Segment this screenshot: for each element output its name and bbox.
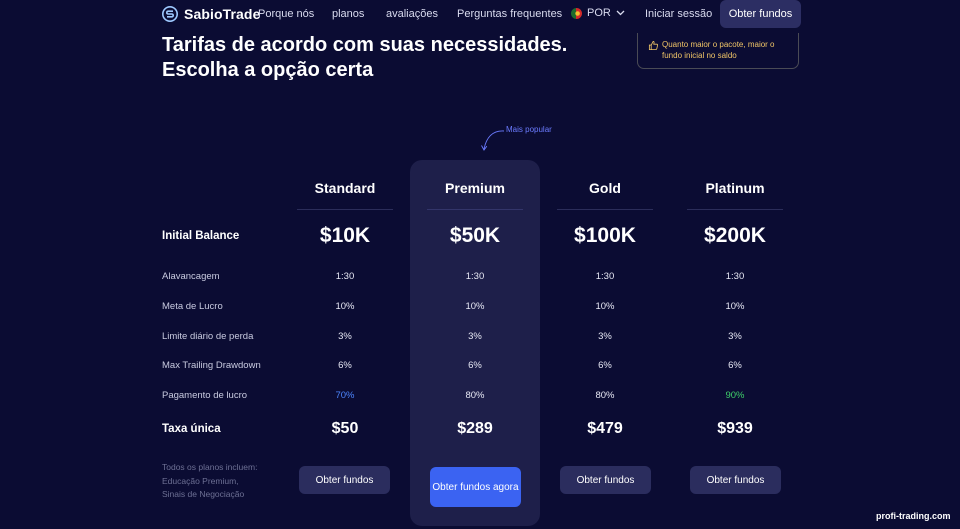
fee-platinum: $939 (717, 420, 753, 437)
most-popular-label: Mais popular (506, 125, 552, 134)
row-label-trailing-drawdown: Max Trailing Drawdown (162, 360, 261, 371)
row-label-profit-payout: Pagamento de lucro (162, 390, 248, 401)
plan-divider (687, 209, 783, 210)
curved-arrow-icon (481, 130, 505, 151)
payout-platinum: 90% (725, 390, 745, 401)
payout-gold: 80% (595, 390, 615, 401)
plan-name-premium: Premium (445, 180, 505, 196)
fee-premium: $289 (457, 420, 493, 437)
drawdown-gold: 6% (598, 360, 612, 371)
leverage-gold: 1:30 (595, 271, 615, 282)
profit-target-platinum: 10% (725, 301, 745, 312)
leverage-premium: 1:30 (465, 271, 485, 282)
thumbs-up-icon (648, 40, 659, 51)
daily-loss-standard: 3% (338, 331, 352, 342)
page-title-line-1: Tarifas de acordo com suas necessidades. (162, 34, 568, 56)
daily-loss-gold: 3% (598, 331, 612, 342)
row-label-one-time-fee: Taxa única (162, 423, 221, 435)
get-funds-gold-button[interactable]: Obter fundos (560, 466, 651, 494)
balance-platinum: $200K (704, 224, 766, 247)
row-label-daily-loss: Limite diário de perda (162, 331, 254, 342)
daily-loss-premium: 3% (468, 331, 482, 342)
row-label-profit-target: Meta de Lucro (162, 301, 223, 312)
get-funds-platinum-button[interactable]: Obter fundos (690, 466, 781, 494)
plan-divider (557, 209, 653, 210)
package-note: Quanto maior o pacote, maior o fundo ini… (637, 33, 799, 69)
brand-logo-icon (162, 6, 178, 22)
profit-target-gold: 10% (595, 301, 615, 312)
fee-standard: $50 (331, 420, 359, 437)
drawdown-standard: 6% (338, 360, 352, 371)
balance-standard: $10K (319, 224, 371, 247)
page-title: Tarifas de acordo com suas necessidades.… (162, 33, 567, 83)
profit-target-premium: 10% (465, 301, 485, 312)
get-funds-header-button[interactable]: Obter fundos (720, 0, 801, 28)
get-funds-standard-button[interactable]: Obter fundos (299, 466, 390, 494)
daily-loss-platinum: 3% (728, 331, 742, 342)
portugal-flag-icon (571, 7, 582, 19)
language-selector[interactable]: POR (571, 7, 625, 19)
package-note-text: Quanto maior o pacote, maior o fundo ini… (662, 40, 775, 60)
payout-premium: 80% (465, 390, 485, 401)
page-title-line-2: Escolha a opção certa (162, 59, 374, 81)
payout-standard: 70% (335, 390, 355, 401)
drawdown-premium: 6% (468, 360, 482, 371)
plan-name-gold: Gold (589, 180, 621, 196)
nav-faq[interactable]: Perguntas frequentes (457, 8, 562, 20)
brand-logo[interactable]: SabioTrade (162, 6, 260, 22)
login-link[interactable]: Iniciar sessão (645, 8, 712, 20)
top-navigation: SabioTrade Porque nós planos avaliações … (0, 0, 960, 30)
plan-name-standard: Standard (314, 180, 376, 196)
leverage-standard: 1:30 (335, 271, 355, 282)
plan-divider (297, 209, 393, 210)
row-label-leverage: Alavancagem (162, 271, 220, 282)
row-label-initial-balance: Initial Balance (162, 230, 240, 242)
plan-divider (427, 209, 523, 210)
get-funds-now-premium-button[interactable]: Obter fundos agora (430, 467, 521, 507)
plans-include-note: Todos os planos incluem: Educação Premiu… (162, 462, 258, 499)
nav-plans[interactable]: planos (332, 8, 364, 20)
balance-gold: $100K (574, 224, 636, 247)
plan-name-platinum: Platinum (705, 180, 765, 196)
fee-gold: $479 (587, 420, 623, 437)
profit-target-standard: 10% (335, 301, 355, 312)
leverage-platinum: 1:30 (725, 271, 745, 282)
chevron-down-icon (616, 10, 625, 16)
balance-premium: $50K (449, 224, 501, 247)
language-label: POR (587, 7, 611, 19)
nav-why-us[interactable]: Porque nós (258, 8, 314, 20)
watermark: profi-trading.com (876, 511, 951, 521)
drawdown-platinum: 6% (728, 360, 742, 371)
brand-name: SabioTrade (184, 6, 261, 22)
nav-reviews[interactable]: avaliações (386, 8, 438, 20)
